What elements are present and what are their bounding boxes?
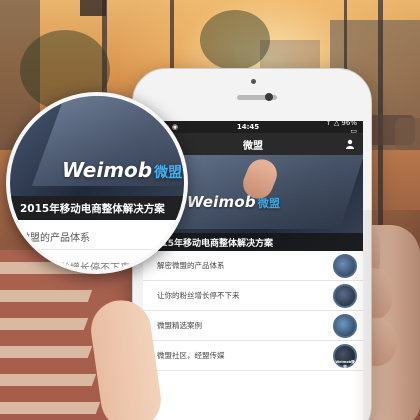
list-item[interactable]: 微盟社区，经盟传媒 Weimob微盟 (143, 341, 363, 371)
list-item[interactable]: 让你的粉丝增长停不下来 (143, 281, 363, 311)
page-title: 微盟 (243, 140, 263, 152)
brand-cn: 微盟 (154, 165, 183, 181)
battery-indicator: ↑ △ 96% ▭ (325, 121, 357, 135)
zoomed-brand-logo: Weimob 微盟 (62, 158, 182, 182)
crosswalk-stripe (0, 402, 101, 414)
user-icon[interactable] (341, 139, 355, 149)
status-time: 14:45 (236, 123, 260, 131)
crosswalk-stripe (0, 290, 93, 302)
crosswalk-stripe (0, 318, 89, 330)
list-item-label: 让你的粉丝增长停不下来 (157, 291, 240, 300)
car (395, 118, 420, 150)
zoomed-list: 微盟的产品体系 得你的粉丝增长停不下来 (10, 220, 184, 270)
brand-latin: Weimob (62, 158, 153, 182)
brand-logo: Weimob 微盟 (187, 193, 280, 211)
crosswalk-stripe (0, 346, 93, 358)
brand-latin: Weimob (187, 193, 256, 211)
zoomed-list-item: 微盟的产品体系 (10, 220, 184, 250)
list-item-label: 微盟精选案例 (157, 321, 202, 330)
crosswalk-stripe (0, 374, 97, 386)
front-sensor (251, 79, 256, 84)
hand-shadow (350, 210, 420, 420)
zoomed-caption: 2015年移动电商整体解决方案 (10, 196, 184, 220)
brand-cn: 微盟 (257, 197, 281, 210)
list-item[interactable]: 微盟精选案例 (143, 311, 363, 341)
tree (200, 10, 270, 70)
front-camera (265, 93, 273, 101)
traffic-light (80, 0, 106, 16)
list-item-label: 微盟社区，经盟传媒 (157, 351, 225, 360)
magnifier-zoom: Weimob 微盟 2015年移动电商整体解决方案 微盟的产品体系 得你的粉丝增长… (6, 92, 188, 274)
